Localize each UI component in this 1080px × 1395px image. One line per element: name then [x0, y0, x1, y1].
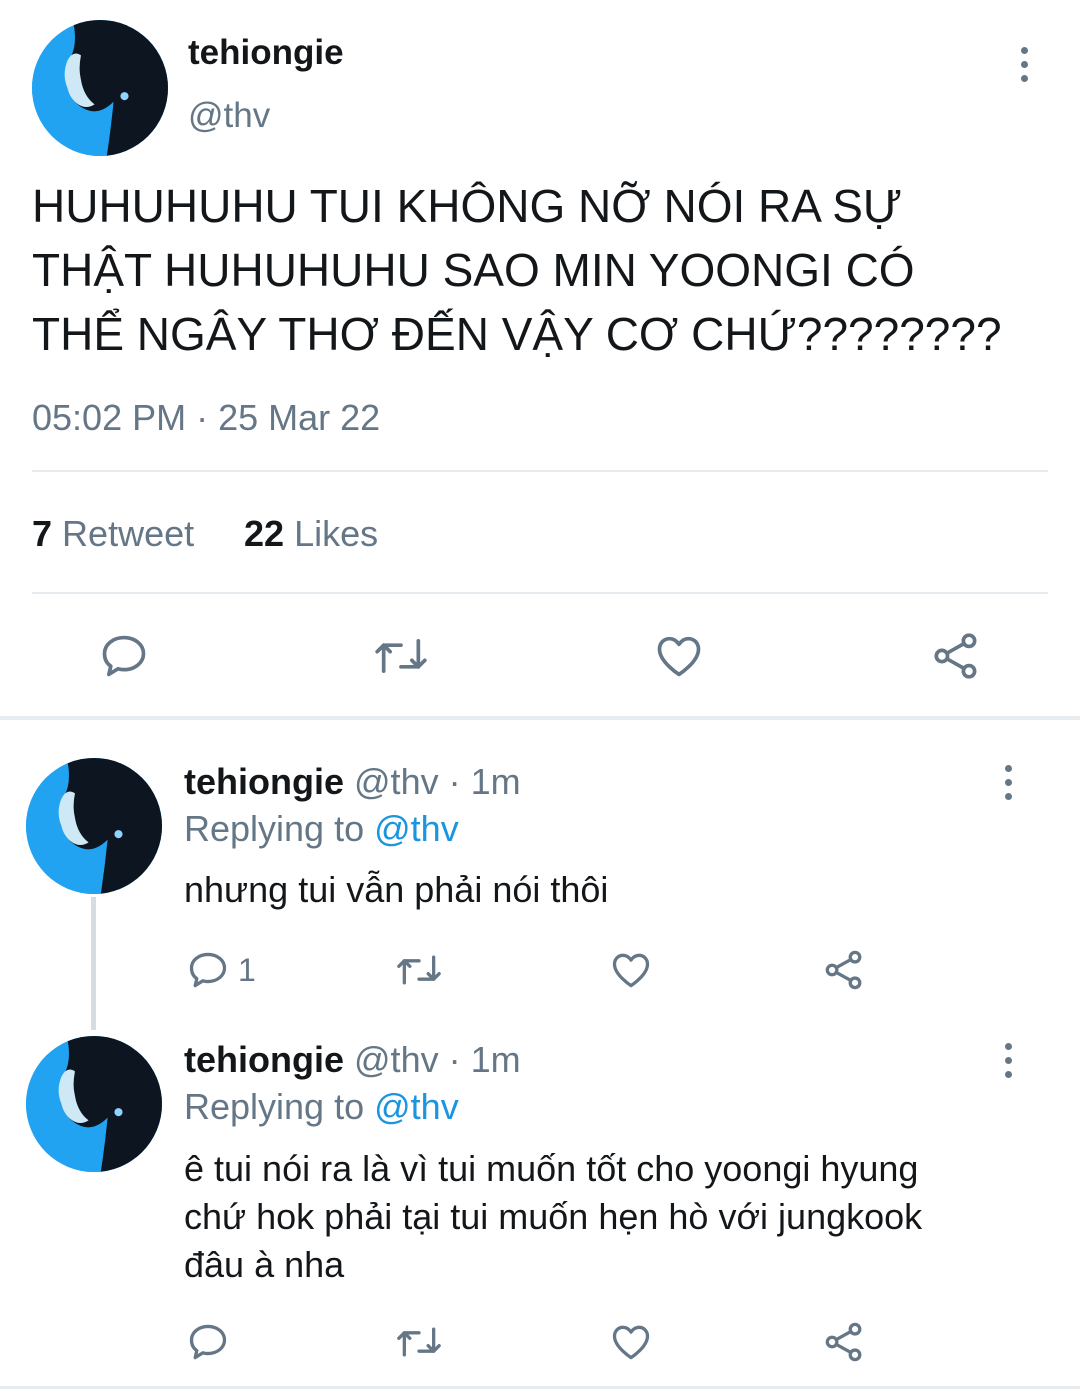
divider: [32, 592, 1048, 594]
replying-to-handle[interactable]: @thv: [374, 808, 459, 849]
avatar[interactable]: [26, 1036, 162, 1172]
reply-header: tehiongie @thv · 1m: [184, 760, 521, 804]
reply-text-line: chứ hok phải tại tui muốn hẹn hò với jun…: [184, 1196, 923, 1237]
display-name[interactable]: tehiongie: [188, 32, 344, 74]
handle-and-time[interactable]: @thv · 1m: [354, 1039, 521, 1080]
like-icon[interactable]: [652, 630, 706, 682]
tweet-text: HUHUHUHU TUI KHÔNG NỠ NÓI RA SỰ THẬT HUH…: [32, 174, 1002, 366]
replying-to-label: Replying to: [184, 808, 365, 849]
retweet-icon[interactable]: [394, 1320, 444, 1364]
handle-and-time[interactable]: @thv · 1m: [354, 761, 521, 802]
section-divider: [0, 716, 1080, 720]
replying-to: Replying to @thv: [184, 807, 459, 851]
retweet-label: Retweet: [62, 513, 195, 554]
tweet-text-line: THẬT HUHUHUHU SAO MIN YOONGI CÓ: [32, 244, 915, 296]
retweet-stat[interactable]: 7 Retweet: [32, 512, 194, 556]
reply-header: tehiongie @thv · 1m: [184, 1038, 521, 1082]
avatar[interactable]: [32, 20, 168, 156]
replying-to: Replying to @thv: [184, 1085, 459, 1129]
handle[interactable]: @thv: [188, 95, 270, 137]
reply-count: 1: [238, 952, 256, 988]
display-name[interactable]: tehiongie: [184, 1039, 344, 1080]
display-name[interactable]: tehiongie: [184, 761, 344, 802]
like-icon[interactable]: [608, 948, 654, 992]
avatar[interactable]: [26, 758, 162, 894]
reply-text: nhưng tui vẫn phải nói thôi: [184, 866, 608, 914]
divider: [32, 470, 1048, 472]
thread-line: [91, 897, 96, 1030]
like-icon[interactable]: [608, 1320, 654, 1364]
share-icon[interactable]: [822, 948, 866, 992]
retweet-icon[interactable]: [394, 948, 444, 992]
reply-icon[interactable]: [186, 1320, 230, 1364]
reply-text-line: đâu à nha: [184, 1244, 345, 1285]
likes-stat[interactable]: 22 Likes: [244, 512, 378, 556]
reply-text: ê tui nói ra là vì tui muốn tốt cho yoon…: [184, 1145, 922, 1289]
more-options-icon[interactable]: [1016, 47, 1032, 82]
bottom-divider: [0, 1386, 1080, 1389]
retweet-count: 7: [32, 513, 53, 554]
retweet-icon[interactable]: [372, 630, 430, 682]
reply-text-line: ê tui nói ra là vì tui muốn tốt cho yoon…: [184, 1148, 919, 1189]
reply-icon[interactable]: [98, 630, 150, 682]
share-icon[interactable]: [930, 630, 982, 682]
replying-to-label: Replying to: [184, 1086, 365, 1127]
more-options-icon[interactable]: [1000, 765, 1016, 800]
likes-count: 22: [244, 513, 285, 554]
share-icon[interactable]: [822, 1320, 866, 1364]
reply-icon[interactable]: [186, 948, 230, 992]
tweet-text-line: THỂ NGÂY THƠ ĐẾN VẬY CƠ CHỨ????????: [32, 308, 1002, 360]
replying-to-handle[interactable]: @thv: [374, 1086, 459, 1127]
timestamp: 05:02 PM · 25 Mar 22: [32, 397, 381, 438]
likes-label: Likes: [294, 513, 379, 554]
reply-text-line: nhưng tui vẫn phải nói thôi: [184, 869, 609, 910]
tweet-text-line: HUHUHUHU TUI KHÔNG NỠ NÓI RA SỰ: [32, 180, 903, 232]
more-options-icon[interactable]: [1000, 1043, 1016, 1078]
